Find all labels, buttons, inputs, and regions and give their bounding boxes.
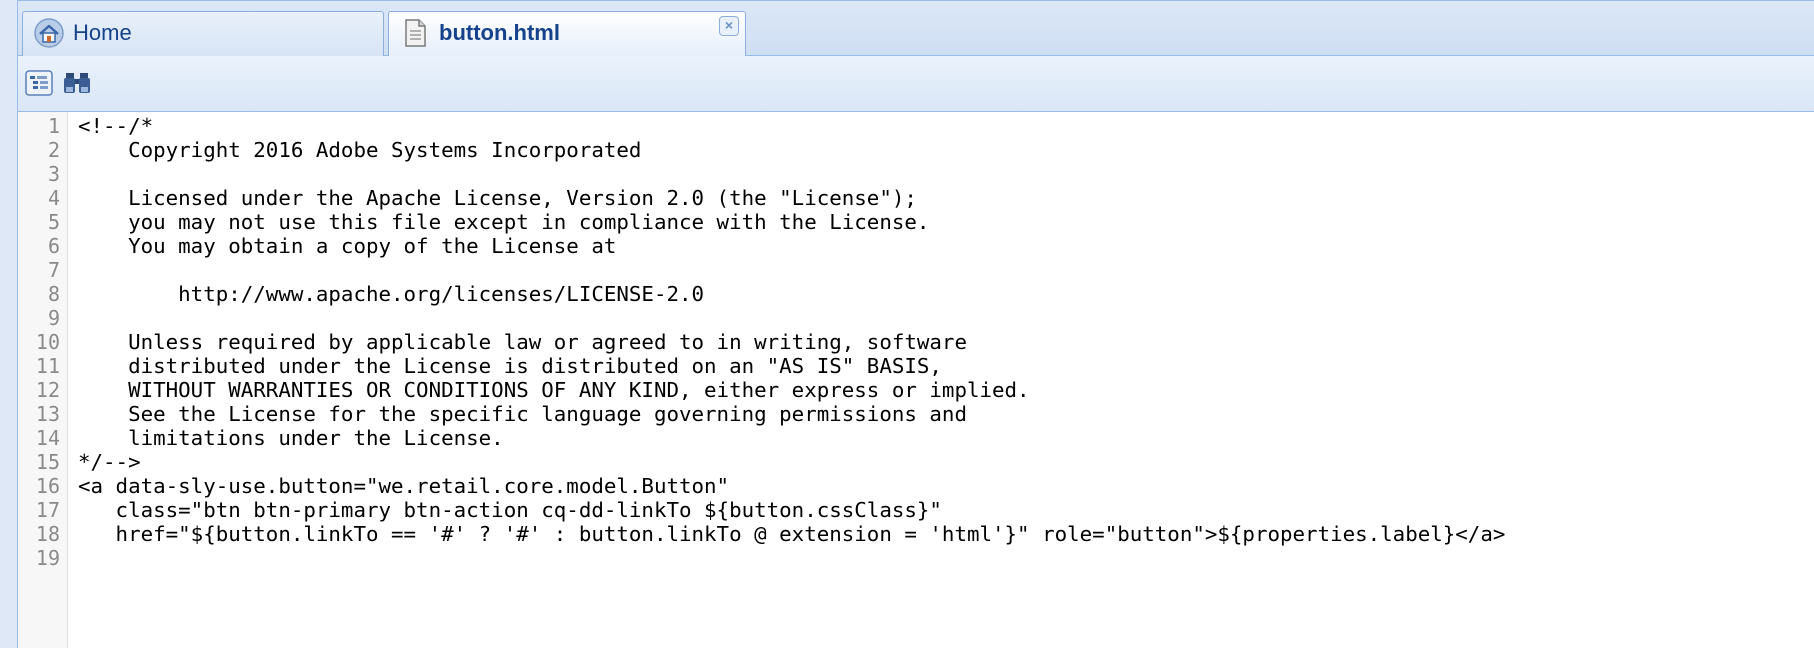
code-line: class="btn btn-primary btn-action cq-dd-… (78, 498, 942, 522)
code-line: you may not use this file except in comp… (78, 210, 930, 234)
tab-home[interactable]: Home (22, 11, 384, 57)
code-line: See the License for the specific languag… (78, 402, 967, 426)
code-line: Licensed under the Apache License, Versi… (78, 186, 917, 210)
line-number: 2 (47, 138, 60, 162)
line-number: 14 (35, 426, 60, 450)
file-icon (399, 17, 431, 49)
outline-button[interactable] (22, 68, 56, 102)
line-number: 4 (47, 186, 60, 210)
tab-button-html-label: button.html (439, 20, 560, 45)
line-number: 12 (35, 378, 60, 402)
line-number: 15 (35, 450, 60, 474)
outline-icon (24, 68, 54, 103)
tab-home-label: Home (73, 20, 132, 45)
code-line: */--> (78, 450, 141, 474)
tab-button-html[interactable]: button.html × (388, 11, 746, 58)
left-panel-edge (0, 0, 18, 648)
line-number: 16 (35, 474, 60, 498)
tab-bar: Home button.html × (18, 0, 1814, 58)
line-number: 9 (47, 306, 60, 330)
line-number: 8 (47, 282, 60, 306)
line-number: 13 (35, 402, 60, 426)
code-line: distributed under the License is distrib… (78, 354, 942, 378)
line-number: 18 (35, 522, 60, 546)
binoculars-icon (62, 68, 92, 103)
code-line: http://www.apache.org/licenses/LICENSE-2… (78, 282, 705, 306)
code-line: Copyright 2016 Adobe Systems Incorporate… (78, 138, 642, 162)
find-button[interactable] (60, 68, 94, 102)
line-number: 6 (47, 234, 60, 258)
editor-toolbar (18, 56, 1814, 112)
line-number: 1 (47, 114, 60, 138)
line-number: 11 (35, 354, 60, 378)
line-number-gutter: 1 2 3 4 5 6 7 8 9 10 11 12 13 14 15 16 1… (18, 112, 68, 648)
line-number: 5 (47, 210, 60, 234)
code-line: limitations under the License. (78, 426, 504, 450)
line-number: 19 (35, 546, 60, 570)
code-line: <!--/* (78, 114, 154, 138)
line-number: 3 (47, 162, 60, 186)
line-number: 7 (47, 258, 60, 282)
code-line: WITHOUT WARRANTIES OR CONDITIONS OF ANY … (78, 378, 1030, 402)
line-number: 17 (35, 498, 60, 522)
code-editor[interactable]: 1 2 3 4 5 6 7 8 9 10 11 12 13 14 15 16 1… (18, 112, 1814, 648)
code-line: Unless required by applicable law or agr… (78, 330, 967, 354)
home-icon (33, 17, 65, 49)
code-line: <a data-sly-use.button="we.retail.core.m… (78, 474, 730, 498)
close-icon[interactable]: × (719, 16, 739, 36)
code-line: href="${button.linkTo == '#' ? '#' : but… (78, 522, 1506, 546)
line-number: 10 (35, 330, 60, 354)
code-line: You may obtain a copy of the License at (78, 234, 617, 258)
